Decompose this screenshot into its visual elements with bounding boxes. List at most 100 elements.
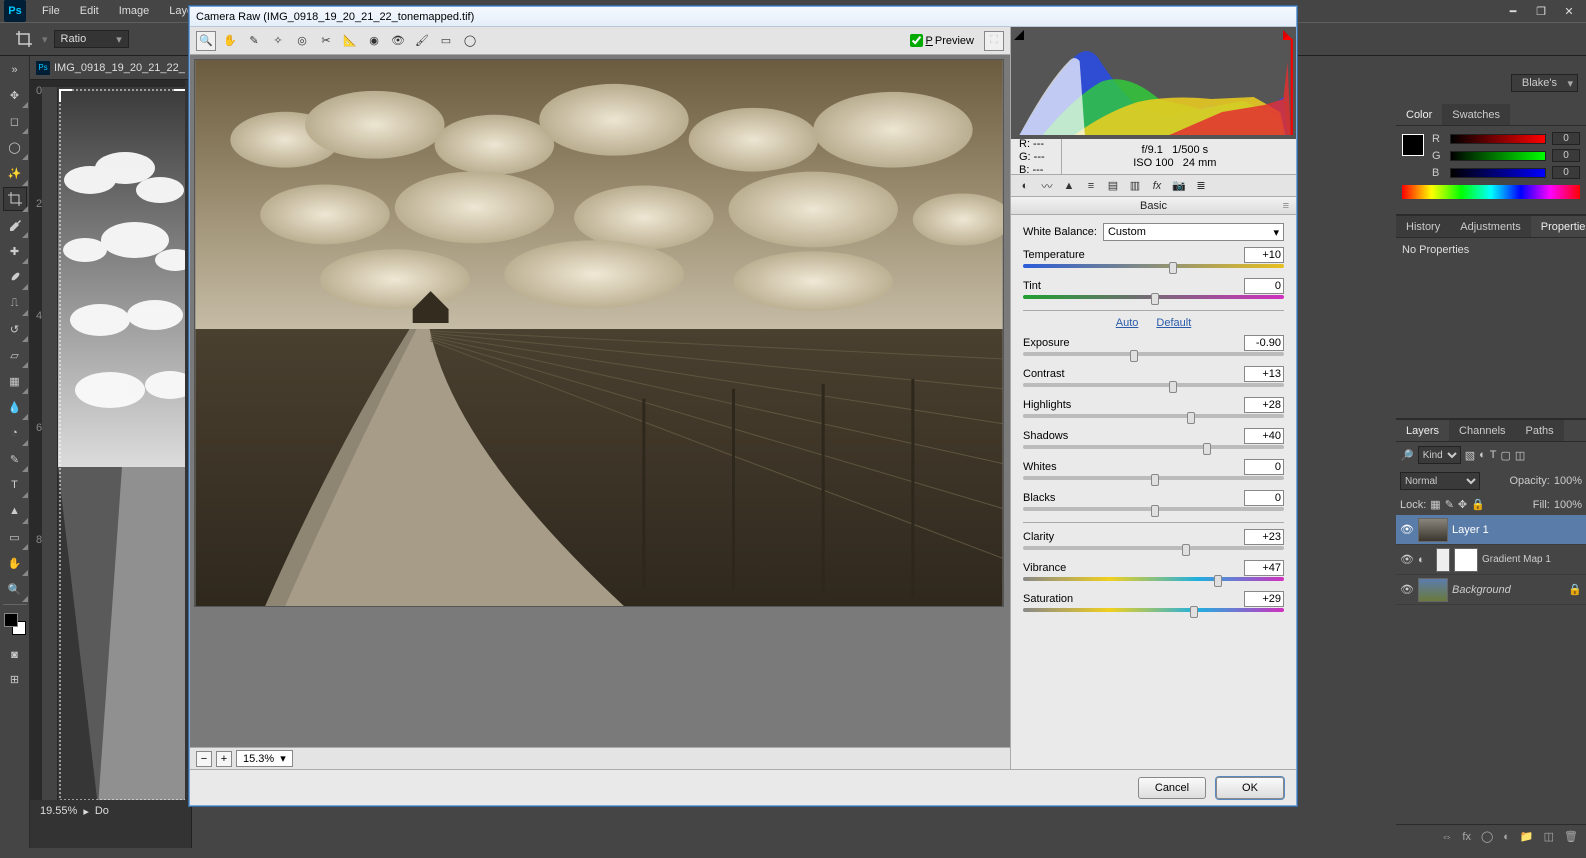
preview-checkbox[interactable]: PPreview (910, 34, 974, 47)
foreground-background-swatches[interactable] (2, 611, 28, 637)
highlights-slider[interactable] (1187, 412, 1195, 424)
cancel-button[interactable]: Cancel (1138, 777, 1206, 799)
link-layers-icon[interactable]: ⇔ (1441, 831, 1452, 843)
opacity-value[interactable]: 100% (1554, 475, 1582, 487)
window-minimize-icon[interactable]: ━ (1506, 4, 1520, 18)
mask-thumb[interactable] (1454, 548, 1478, 572)
vibrance-slider[interactable] (1214, 575, 1222, 587)
auto-link[interactable]: Auto (1116, 317, 1139, 329)
crop-tool-icon[interactable]: ✂ (316, 31, 336, 51)
b-slider[interactable] (1450, 168, 1546, 178)
wb-dropdown[interactable]: Custom▾ (1103, 223, 1284, 241)
adj-tab-split-icon[interactable]: ▤ (1103, 177, 1123, 195)
screenmode-icon[interactable]: ⊞ (3, 667, 27, 691)
r-slider[interactable] (1450, 134, 1546, 144)
histogram[interactable] (1011, 27, 1296, 139)
adj-tab-hsl-icon[interactable]: ≡ (1081, 177, 1101, 195)
workspace-switcher[interactable]: Blake's (1511, 74, 1578, 92)
layer-thumb[interactable] (1418, 518, 1448, 542)
temperature-slider[interactable] (1169, 262, 1177, 274)
layer-thumb[interactable] (1418, 578, 1448, 602)
vibrance-input[interactable] (1244, 560, 1284, 576)
lock-transparency-icon[interactable]: ▦ (1430, 498, 1440, 511)
zoom-tool-icon[interactable]: 🔍 (196, 31, 216, 51)
spot-remove-icon[interactable]: ◉ (364, 31, 384, 51)
quickmask-icon[interactable]: ◙ (3, 643, 27, 667)
fill-value[interactable]: 100% (1554, 499, 1582, 511)
visibility-toggle-icon[interactable]: 👁 (1400, 523, 1414, 537)
target-adjust-icon[interactable]: ◎ (292, 31, 312, 51)
clarity-slider[interactable] (1182, 544, 1190, 556)
hue-ramp[interactable] (1402, 185, 1580, 199)
color-sampler-icon[interactable]: ✧ (268, 31, 288, 51)
crop-ratio-dropdown[interactable]: Ratio▾ (54, 30, 129, 48)
shadow-clip-icon[interactable] (1014, 30, 1024, 40)
exposure-input[interactable] (1244, 335, 1284, 351)
lock-all-icon[interactable]: 🔒 (1471, 498, 1485, 511)
contrast-slider[interactable] (1169, 381, 1177, 393)
clarity-input[interactable] (1244, 529, 1284, 545)
adj-tab-basic-icon[interactable]: ◐ (1015, 177, 1035, 195)
menu-image[interactable]: Image (109, 0, 160, 22)
doc-info-dropdown[interactable]: ▸ (83, 805, 89, 818)
tab-color[interactable]: Color (1396, 104, 1442, 125)
adj-tab-lens-icon[interactable]: ▥ (1125, 177, 1145, 195)
adj-tab-fx-icon[interactable]: fx (1147, 177, 1167, 195)
adjustment-layer-icon[interactable]: ◐ (1503, 831, 1510, 843)
adj-tab-camera-icon[interactable]: 📷 (1169, 177, 1189, 195)
tab-history[interactable]: History (1396, 216, 1450, 237)
highlights-input[interactable] (1244, 397, 1284, 413)
adj-tab-curve-icon[interactable]: 〰 (1037, 177, 1057, 195)
contrast-input[interactable] (1244, 366, 1284, 382)
g-slider[interactable] (1450, 151, 1546, 161)
redeye-icon[interactable]: 👁 (388, 31, 408, 51)
filter-shape-icon[interactable]: ▢ (1501, 449, 1511, 462)
tint-input[interactable] (1244, 278, 1284, 294)
shadows-slider[interactable] (1203, 443, 1211, 455)
b-value[interactable]: 0 (1552, 166, 1580, 179)
saturation-slider[interactable] (1190, 606, 1198, 618)
blend-mode-dropdown[interactable]: Normal (1400, 472, 1480, 490)
tab-adjustments[interactable]: Adjustments (1450, 216, 1531, 237)
adj-tab-detail-icon[interactable]: ▲ (1059, 177, 1079, 195)
tab-swatches[interactable]: Swatches (1442, 104, 1510, 125)
fullscreen-toggle-icon[interactable]: ⛶ (984, 31, 1004, 51)
layer-name[interactable]: Background (1452, 584, 1511, 596)
craw-preview[interactable] (190, 55, 1010, 747)
layer-name[interactable]: Layer 1 (1452, 524, 1489, 536)
foreground-swatch[interactable] (1402, 134, 1424, 156)
toolbox-handle[interactable]: » (3, 58, 27, 82)
window-close-icon[interactable]: ✕ (1562, 4, 1576, 18)
whites-slider[interactable] (1151, 474, 1159, 486)
layer-row[interactable]: 👁 ◐ Gradient Map 1 (1396, 545, 1586, 575)
layer-row[interactable]: 👁 Background 🔒 (1396, 575, 1586, 605)
r-value[interactable]: 0 (1552, 132, 1580, 145)
layer-row[interactable]: 👁 Layer 1 (1396, 515, 1586, 545)
zoom-level[interactable]: 19.55% (40, 805, 77, 817)
menu-file[interactable]: File (32, 0, 70, 22)
temperature-input[interactable] (1244, 247, 1284, 263)
straighten-icon[interactable]: 📐 (340, 31, 360, 51)
lock-pixels-icon[interactable]: ✎ (1445, 498, 1454, 511)
fx-icon[interactable]: fx (1462, 831, 1471, 843)
filter-smart-icon[interactable]: ◫ (1515, 449, 1525, 462)
tab-layers[interactable]: Layers (1396, 420, 1449, 441)
exposure-slider[interactable] (1130, 350, 1138, 362)
delete-layer-icon[interactable]: 🗑 (1564, 830, 1578, 843)
canvas[interactable]: 0 2 4 6 8 (30, 80, 191, 800)
hand-tool-icon[interactable]: ✋ (220, 31, 240, 51)
visibility-toggle-icon[interactable]: 👁 (1400, 583, 1414, 597)
filter-adjustment-icon[interactable]: ◐ (1479, 449, 1486, 461)
highlight-clip-icon[interactable] (1283, 30, 1293, 40)
ok-button[interactable]: OK (1216, 777, 1284, 799)
filter-type-icon[interactable]: T (1490, 449, 1497, 461)
blacks-input[interactable] (1244, 490, 1284, 506)
document-tab[interactable]: Ps IMG_0918_19_20_21_22_ (30, 56, 191, 80)
crop-tool-icon[interactable] (12, 27, 36, 51)
shadows-input[interactable] (1244, 428, 1284, 444)
tab-properties[interactable]: Properties (1531, 216, 1586, 237)
zoom-in-button[interactable]: + (216, 751, 232, 767)
lock-position-icon[interactable]: ✥ (1458, 498, 1467, 511)
tab-paths[interactable]: Paths (1516, 420, 1564, 441)
layer-name[interactable]: Gradient Map 1 (1482, 554, 1551, 565)
